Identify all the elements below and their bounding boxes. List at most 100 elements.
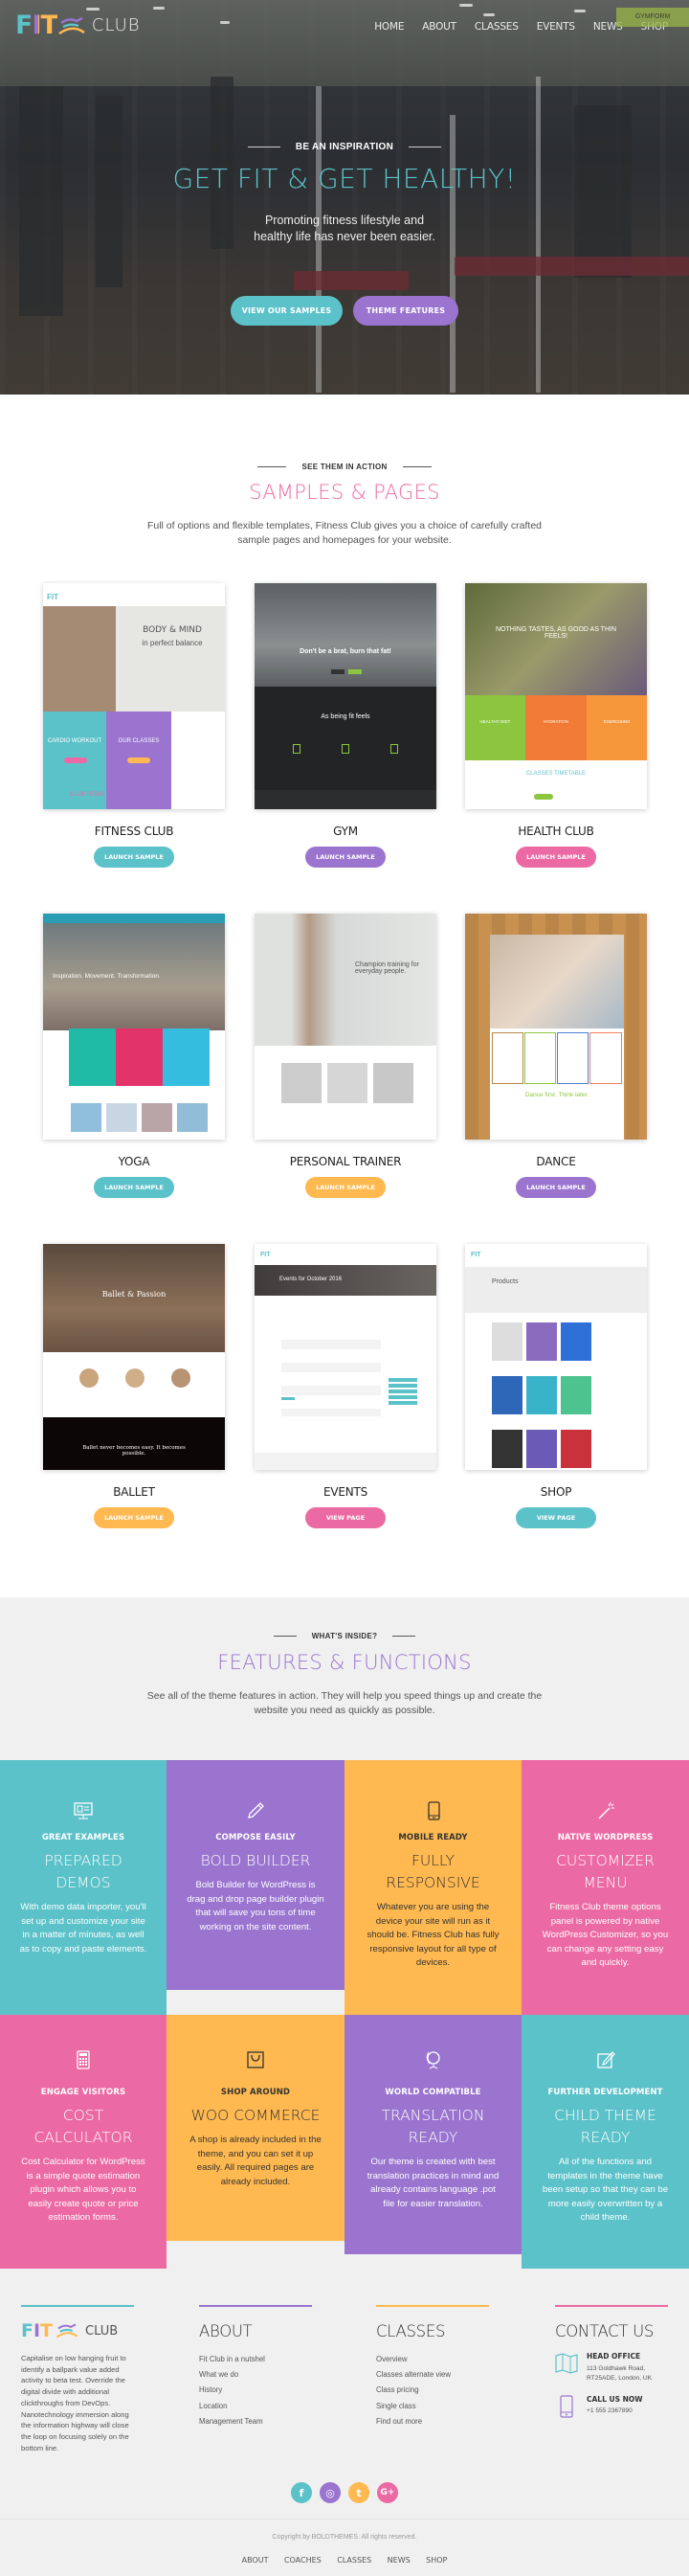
footer-link[interactable]: Fit Club in a nutshel <box>199 2355 265 2363</box>
feature-description: Whatever you are using the device your s… <box>367 1902 500 1969</box>
contact-phone: CALL US NOW +1 555 2367890 <box>555 2395 668 2418</box>
thumb-subheadline: As being fit feels <box>321 713 370 720</box>
thumb-photo <box>281 1063 322 1103</box>
feature-kicker: MOBILE READY <box>398 1833 468 1842</box>
sample-thumbnail[interactable]: Inspiration. Movement. Transformation. <box>43 914 225 1140</box>
contact-office-label: HEAD OFFICE <box>587 2352 641 2361</box>
menu-item-classes[interactable]: CLASSES <box>475 21 519 33</box>
samples-description: Full of options and flexible templates, … <box>146 520 543 546</box>
sample-thumbnail[interactable]: Champion training for everyday people. <box>255 914 436 1140</box>
feature-title: TRANSLATION READY <box>381 2107 485 2146</box>
footer-link[interactable]: Single class <box>376 2402 416 2410</box>
sample-card-fitness-club: FIT BODY & MIND in perfect balance CARDI… <box>40 583 228 868</box>
sample-thumbnail[interactable]: Ballet & Passion Ballet never becomes ea… <box>43 1244 225 1470</box>
phone-icon <box>560 2395 573 2418</box>
shopping-bag-icon <box>245 2049 266 2070</box>
menu-item-home[interactable]: HOME <box>374 21 404 33</box>
footer-link[interactable]: Class pricing <box>376 2385 419 2394</box>
sample-card-events: FIT Events for October 2016 EVENTS VIEW … <box>252 1244 439 1528</box>
footer-link[interactable]: What we do <box>199 2370 238 2379</box>
sample-thumbnail[interactable]: Don't be a brat, burn that fat! As being… <box>255 583 436 809</box>
thumb-product <box>526 1322 557 1361</box>
footer-link[interactable]: History <box>199 2385 222 2394</box>
launch-sample-button[interactable]: LAUNCH SAMPLE <box>305 847 386 868</box>
sample-thumbnail[interactable]: FIT BODY & MIND in perfect balance CARDI… <box>43 583 225 809</box>
feature-description: Bold Builder for WordPress is drag and d… <box>187 1880 324 1932</box>
feature-title: CUSTOMIZER MENU <box>556 1852 655 1891</box>
launch-sample-button[interactable]: LAUNCH SAMPLE <box>94 1177 174 1198</box>
footer-nav-classes[interactable]: CLASSES <box>337 2556 371 2565</box>
runner-logo-icon <box>58 16 85 34</box>
footer-logo[interactable]: FIT CLUB <box>21 2320 136 2341</box>
launch-sample-button[interactable]: LAUNCH SAMPLE <box>516 847 596 868</box>
thumb-photo <box>177 1103 208 1132</box>
footer-nav-coaches[interactable]: COACHES <box>284 2556 322 2565</box>
sample-thumbnail[interactable]: NOTHING TASTES, AS GOOD AS THIN FEELS! H… <box>465 583 647 809</box>
thumb-product <box>526 1430 557 1468</box>
feature-description: A shop is already included in the theme,… <box>189 2135 322 2187</box>
footer-about-text: Capitalise on low hanging fruit to ident… <box>21 2354 129 2452</box>
thumb-tile <box>586 695 647 760</box>
feature-cost-calculator: ENGAGE VISITORS COST CALCULATOR Cost Cal… <box>0 2015 167 2269</box>
google-plus-icon[interactable]: G+ <box>377 2482 398 2503</box>
features-kicker-text: WHAT'S INSIDE? <box>311 1632 378 1640</box>
view-page-button[interactable]: VIEW PAGE <box>516 1507 596 1528</box>
footer-nav-news[interactable]: NEWS <box>388 2556 411 2565</box>
footer-about-title: ABOUT <box>199 2322 253 2340</box>
view-page-button[interactable]: VIEW PAGE <box>305 1507 386 1528</box>
thumb-hero-image <box>490 935 624 1028</box>
hero-kicker-text: BE AN INSPIRATION <box>295 142 394 152</box>
thumb-tile <box>524 1032 556 1084</box>
feature-prepared-demos: GREAT EXAMPLES PREPARED DEMOS With demo … <box>0 1760 167 2021</box>
thumb-icon <box>342 744 349 754</box>
thumb-hero-image <box>255 583 436 687</box>
gymform-badge: GYMFORM <box>616 8 689 27</box>
theme-features-button[interactable]: THEME FEATURES <box>353 296 458 326</box>
gym-equipment <box>19 86 63 316</box>
twitter-icon[interactable]: t <box>348 2482 369 2503</box>
launch-sample-button[interactable]: LAUNCH SAMPLE <box>305 1177 386 1198</box>
footer-classes-links: CLASSES Overview Classes alternate view … <box>376 2305 489 2429</box>
thumb-footer <box>255 790 436 809</box>
footer-nav-shop[interactable]: SHOP <box>426 2556 447 2565</box>
sample-thumbnail[interactable]: FIT Products <box>465 1244 647 1470</box>
footer-link[interactable]: Location <box>199 2402 227 2410</box>
contact-phone-number[interactable]: +1 555 2367890 <box>587 2407 643 2414</box>
footer-nav-about[interactable]: ABOUT <box>242 2556 269 2565</box>
menu-item-about[interactable]: ABOUT <box>422 21 456 33</box>
map-icon <box>555 2353 578 2374</box>
kicker-line-left <box>273 1636 297 1638</box>
thumb-product <box>561 1430 591 1468</box>
kicker-line-right <box>402 466 432 468</box>
footer-link[interactable]: Find out more <box>376 2417 422 2426</box>
thumb-section-title: CLUB NEWS <box>70 792 104 798</box>
launch-sample-button[interactable]: LAUNCH SAMPLE <box>516 1177 596 1198</box>
feature-kicker: GREAT EXAMPLES <box>41 1833 125 1842</box>
footer-column-divider <box>555 2305 668 2307</box>
features-title: FEATURES & FUNCTIONS <box>217 1651 472 1674</box>
launch-sample-button[interactable]: LAUNCH SAMPLE <box>94 1507 174 1528</box>
thumb-quote-block <box>43 1417 225 1470</box>
thumb-tile-label: EXERCISING <box>603 719 631 724</box>
feature-kicker: WORLD COMPATIBLE <box>385 2088 481 2097</box>
feature-bold-builder: COMPOSE EASILY BOLD BUILDER Bold Builder… <box>167 1760 344 1990</box>
thumb-product <box>492 1322 522 1361</box>
feature-title: WOO COMMERCE <box>190 2107 321 2124</box>
gym-equipment <box>536 77 541 393</box>
launch-sample-button[interactable]: LAUNCH SAMPLE <box>94 847 174 868</box>
footer-link[interactable]: Management Team <box>199 2417 263 2426</box>
footer-link[interactable]: Classes alternate view <box>376 2370 451 2379</box>
site-logo[interactable]: FIT CLUB <box>15 12 141 38</box>
menu-item-events[interactable]: EVENTS <box>537 21 575 33</box>
sample-thumbnail[interactable]: Dance first. Think later. <box>465 914 647 1140</box>
view-samples-button[interactable]: VIEW OUR SAMPLES <box>231 296 343 326</box>
sample-name: SHOP <box>540 1485 572 1499</box>
footer-link[interactable]: Overview <box>376 2355 408 2363</box>
footer-classes-title: CLASSES <box>376 2322 446 2340</box>
sample-thumbnail[interactable]: FIT Events for October 2016 <box>255 1244 436 1470</box>
feature-kicker: NATIVE WORDPRESS <box>557 1833 654 1842</box>
thumb-tile-label: OUR CLASSES <box>118 738 160 744</box>
feature-kicker: FURTHER DEVELOPMENT <box>547 2088 663 2097</box>
instagram-icon[interactable]: ◎ <box>320 2482 341 2503</box>
facebook-icon[interactable]: f <box>291 2482 312 2503</box>
